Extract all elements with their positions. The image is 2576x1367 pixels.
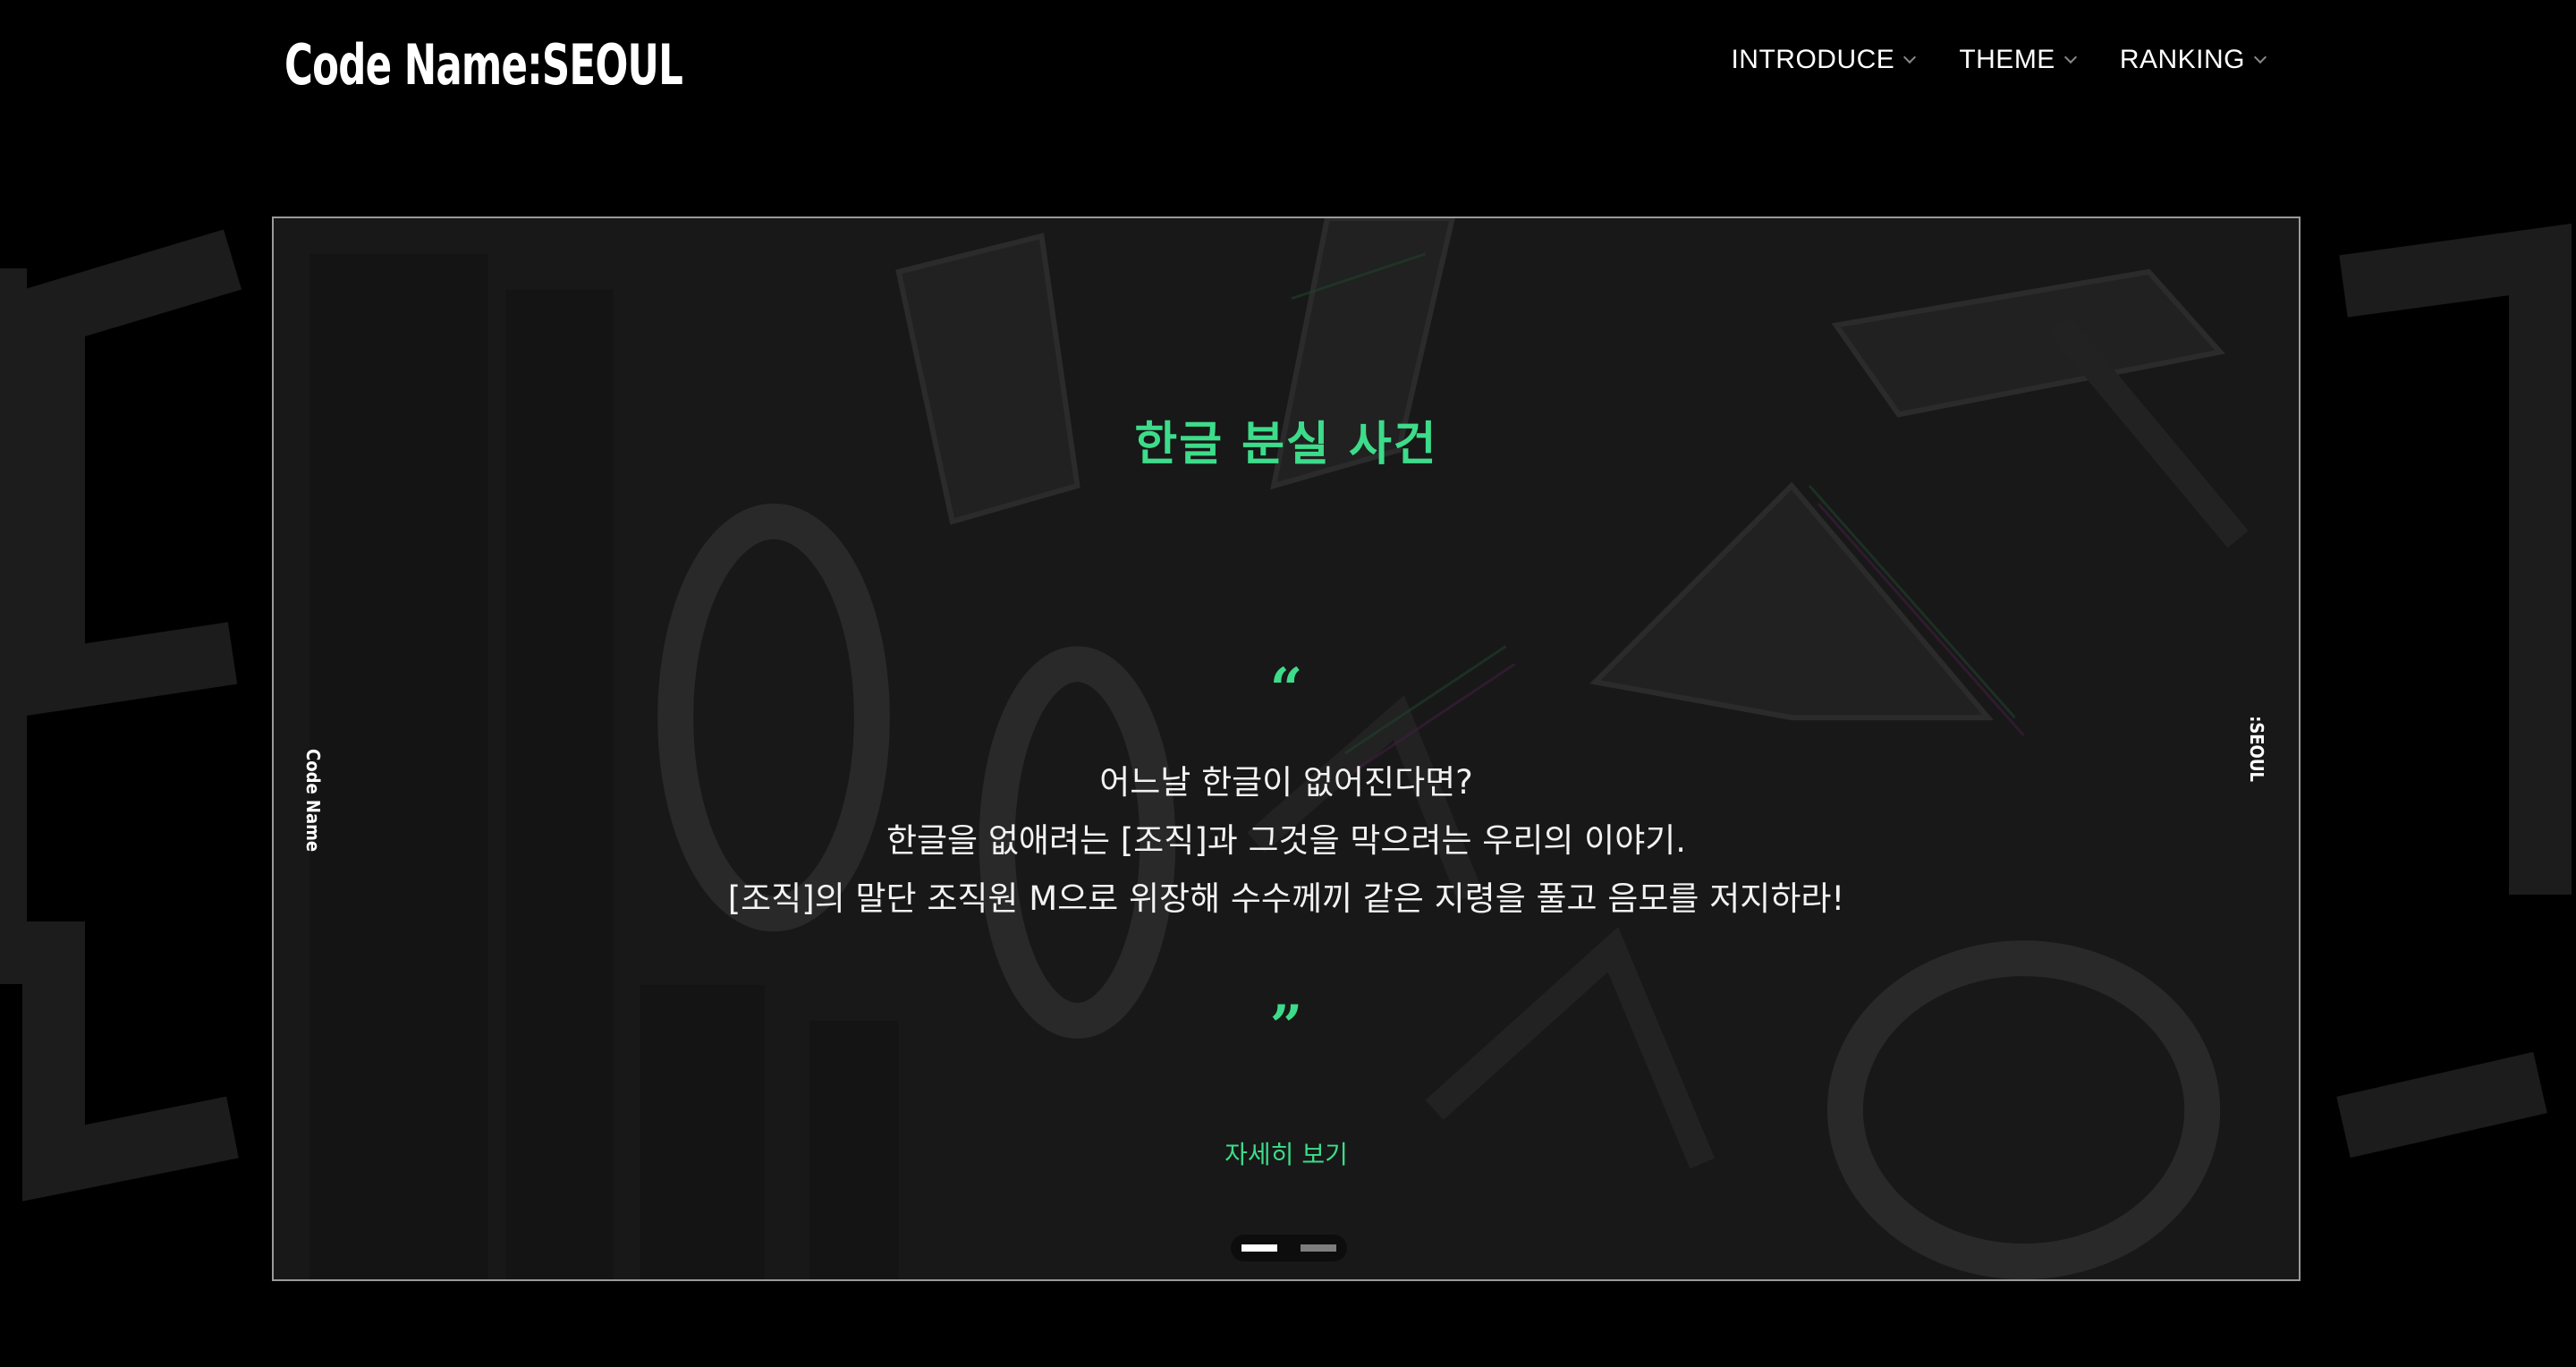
description-line: 한글을 없애려는 [조직]과 그것을 막으려는 우리의 이야기.	[886, 821, 1687, 860]
slide-description: 어느날 한글이 없어진다면? 한글을 없애려는 [조직]과 그것을 막으려는 우…	[274, 753, 2299, 928]
nav-item-label: INTRODUCE	[1731, 45, 1895, 74]
chevron-down-icon	[2253, 50, 2267, 64]
nav-item-label: RANKING	[2119, 45, 2245, 74]
site-header: Code Name:SEOUL INTRODUCE THEME RANKING	[0, 0, 2576, 134]
close-quote-icon: ”	[1269, 993, 1303, 1060]
slide-overlay	[274, 218, 2299, 1279]
hero-slider[interactable]: Code Name :SEOUL 한글 분실 사건 “ 어느날 한글이 없어진다…	[272, 217, 2301, 1281]
main-nav: INTRODUCE THEME RANKING	[1731, 45, 2267, 75]
view-more-link[interactable]: 자세히 보기	[274, 1135, 2299, 1171]
description-line: [조직]의 말단 조직원 M으로 위장해 수수께끼 같은 지령을 풀고 음모를 …	[727, 879, 1845, 918]
description-line: 어느날 한글이 없어진다면?	[1099, 763, 1473, 802]
slider-dot-2[interactable]	[1301, 1244, 1336, 1252]
nav-item-label: THEME	[1959, 45, 2055, 74]
chevron-down-icon	[1903, 50, 1917, 64]
page: Code Name:SEOUL INTRODUCE THEME RANKING	[0, 0, 2576, 1367]
slider-dot-1[interactable]	[1241, 1244, 1277, 1252]
slider-pagination	[1231, 1235, 1347, 1261]
nav-item-introduce[interactable]: INTRODUCE	[1731, 45, 1917, 75]
nav-item-ranking[interactable]: RANKING	[2119, 45, 2267, 75]
chevron-down-icon	[2063, 50, 2077, 64]
slide-title: 한글 분실 사건	[1134, 418, 1438, 471]
nav-item-theme[interactable]: THEME	[1959, 45, 2077, 75]
open-quote-icon: “	[1269, 656, 1303, 723]
site-logo[interactable]: Code Name:SEOUL	[284, 32, 683, 98]
